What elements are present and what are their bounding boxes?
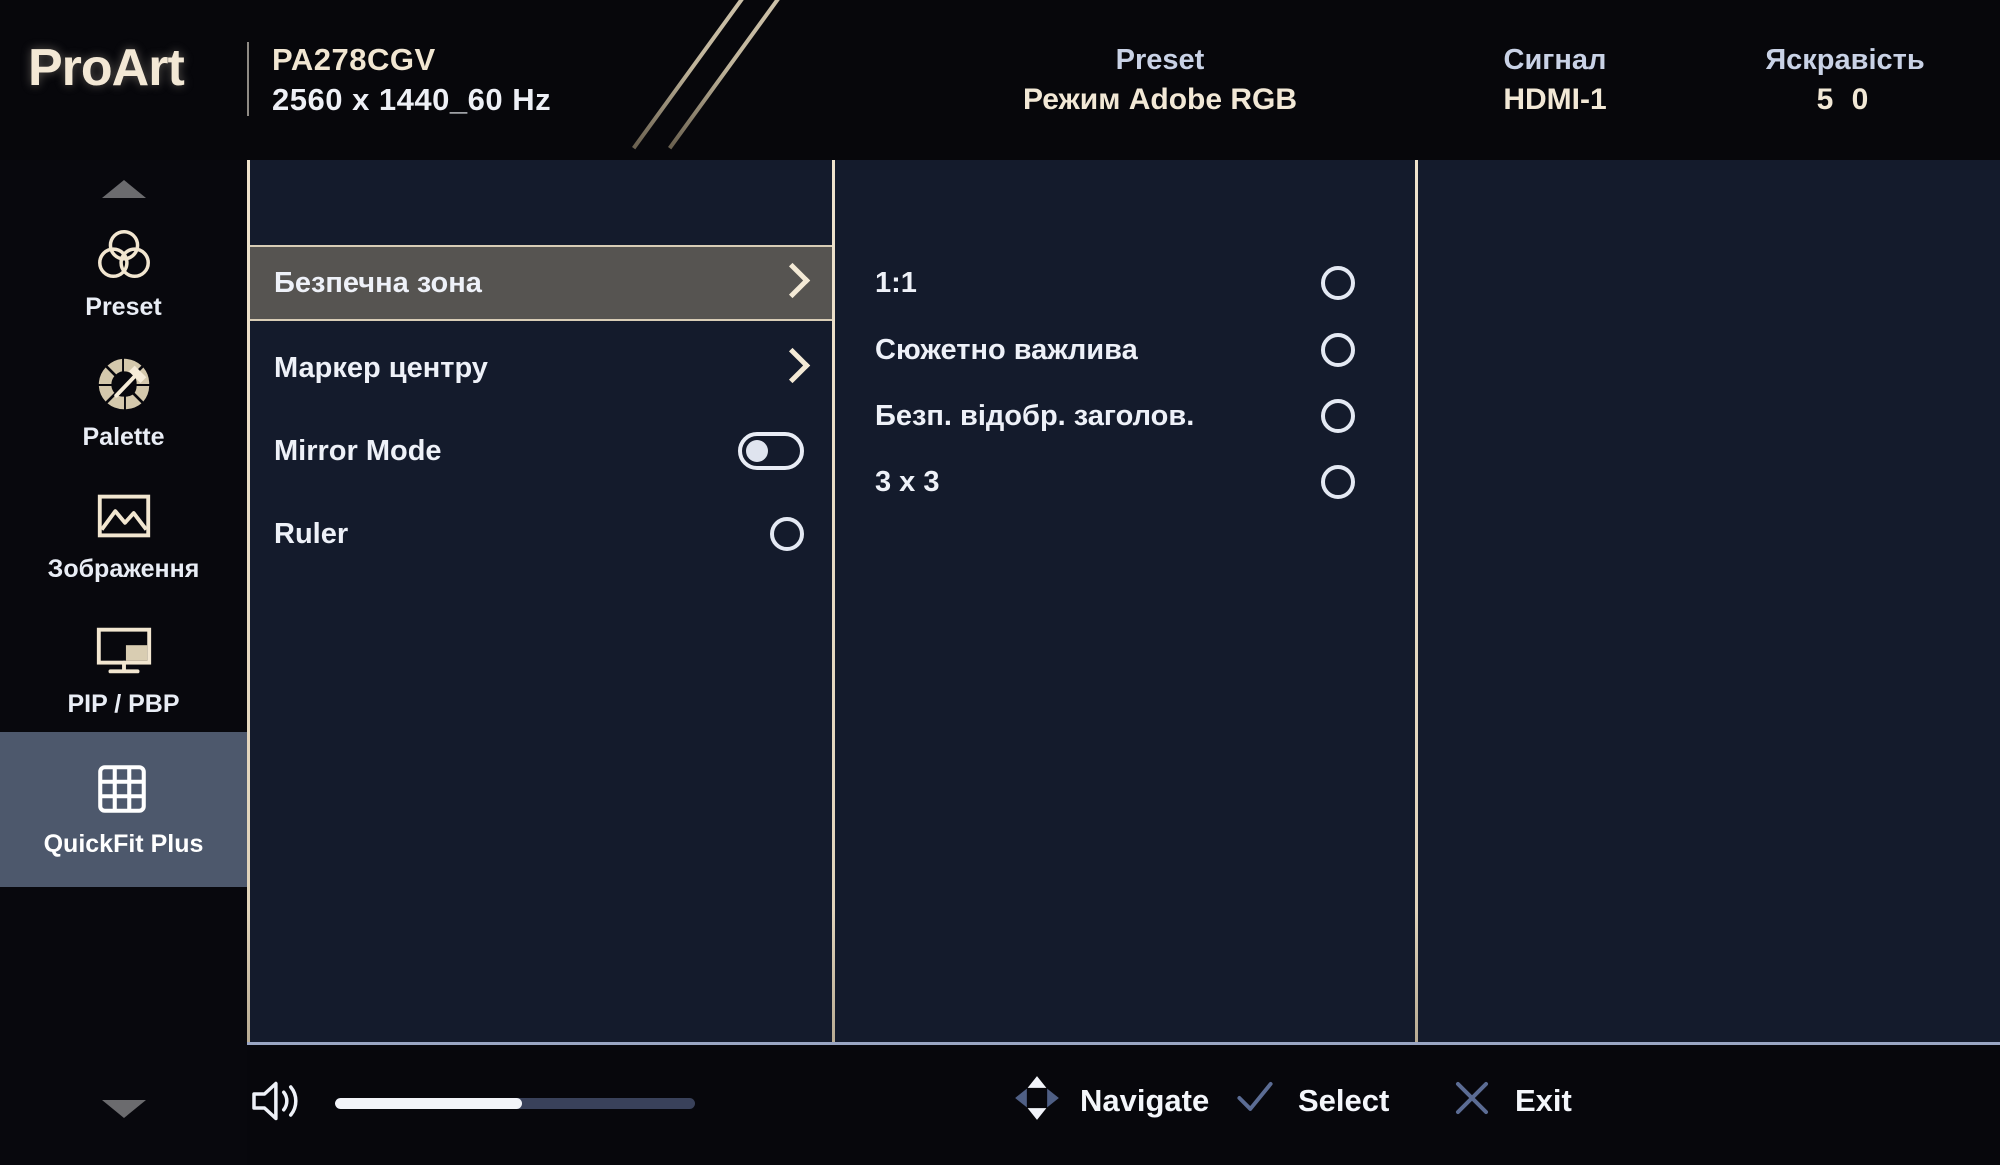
sidebar-item-label: Preset xyxy=(85,292,162,321)
hint-label: Exit xyxy=(1515,1082,1572,1118)
hint-select[interactable]: Select xyxy=(1230,1073,1389,1128)
sidebar-item-label: PIP / PBP xyxy=(67,690,180,718)
volume-slider-track[interactable] xyxy=(335,1098,695,1109)
monitor-pip-icon xyxy=(93,620,155,682)
menu-item-mirror-mode[interactable]: Mirror Mode xyxy=(250,413,832,489)
preset-label: Preset xyxy=(1115,44,1205,76)
sidebar-item-label: QuickFit Plus xyxy=(43,830,204,858)
model-resolution: 2560 x 1440_60 Hz xyxy=(272,81,552,117)
osd-footer: Navigate Select Exit xyxy=(247,1045,2000,1165)
header-signal-status: Сигнал HDMI-1 xyxy=(1390,42,1720,119)
model-info: PA278CGV 2560 x 1440_60 Hz xyxy=(272,40,551,119)
header-preset-status: Preset Режим Adobe RGB xyxy=(880,42,1440,119)
triangle-down-icon[interactable] xyxy=(101,1100,146,1118)
menu-column: Безпечна зона Маркер центру Mirror Mode … xyxy=(250,160,832,1042)
menu-item-label: Ruler xyxy=(274,517,349,550)
volume-control[interactable] xyxy=(247,1073,695,1134)
option-item-title-safe[interactable]: Безп. відобр. заголов. xyxy=(835,381,1415,451)
sidebar-item-label: Palette xyxy=(82,422,165,451)
header-brightness-status: Яскравість 5 0 xyxy=(1700,42,1990,119)
signal-label: Сигнал xyxy=(1503,44,1607,76)
sidebar-item-palette[interactable]: Palette xyxy=(0,332,247,472)
ruler-radio[interactable] xyxy=(770,517,804,551)
option-item-label: 3 x 3 xyxy=(875,465,940,498)
sidebar-item-label: Зображення xyxy=(47,555,200,583)
preset-value: Режим Adobe RGB xyxy=(1022,82,1298,116)
hint-label: Select xyxy=(1298,1082,1390,1118)
options-column: 1:1 Сюжетно важлива Безп. відобр. заголо… xyxy=(835,160,1415,1042)
menu-item-label: Безпечна зона xyxy=(274,266,482,299)
preview-column xyxy=(1418,160,2000,1042)
option-item-label: Безп. відобр. заголов. xyxy=(875,399,1195,432)
option-item-action-safe[interactable]: Сюжетно важлива xyxy=(835,315,1415,385)
proart-brand-logo: ProArt xyxy=(28,39,185,97)
speaker-volume-icon xyxy=(247,1073,303,1134)
hint-navigate[interactable]: Navigate xyxy=(1012,1073,1209,1128)
toggle-knob xyxy=(746,440,768,462)
header-decor-line-1 xyxy=(632,0,830,150)
brightness-label: Яскравість xyxy=(1765,44,1925,76)
chevron-right-icon xyxy=(778,347,804,389)
osd-header: ProArt PA278CGV 2560 x 1440_60 Hz Preset… xyxy=(0,0,2000,160)
option-radio[interactable] xyxy=(1321,333,1355,367)
model-name: PA278CGV xyxy=(272,42,436,77)
option-item-3x3[interactable]: 3 x 3 xyxy=(835,447,1415,517)
option-item-label: 1:1 xyxy=(875,266,917,299)
color-wheel-eyedropper-icon xyxy=(93,353,155,415)
picture-icon xyxy=(93,485,155,547)
venn-circles-icon xyxy=(93,223,155,285)
dpad-diamond-icon xyxy=(1012,1073,1062,1128)
close-x-icon xyxy=(1447,1073,1497,1128)
menu-item-safe-area[interactable]: Безпечна зона xyxy=(250,245,832,321)
menu-item-label: Mirror Mode xyxy=(274,434,442,467)
header-divider xyxy=(247,42,249,116)
option-radio[interactable] xyxy=(1321,266,1355,300)
option-item-1-1[interactable]: 1:1 xyxy=(835,248,1415,318)
osd-root: ProArt PA278CGV 2560 x 1440_60 Hz Preset… xyxy=(0,0,2000,1165)
signal-value: HDMI-1 xyxy=(1503,82,1607,116)
volume-slider-fill xyxy=(335,1098,523,1109)
menu-item-center-marker[interactable]: Маркер центру xyxy=(250,330,832,406)
checkmark-icon xyxy=(1230,1073,1280,1128)
chevron-right-icon xyxy=(778,262,804,304)
sidebar-item-quickfit-plus[interactable]: QuickFit Plus xyxy=(0,732,247,887)
option-radio[interactable] xyxy=(1321,399,1355,433)
option-radio[interactable] xyxy=(1321,465,1355,499)
option-item-label: Сюжетно важлива xyxy=(875,333,1138,366)
grid-3x3-icon xyxy=(93,760,155,822)
hint-label: Navigate xyxy=(1080,1082,1210,1118)
brightness-value: 5 0 xyxy=(1816,82,1874,116)
sidebar-item-preset[interactable]: Preset xyxy=(0,202,247,342)
header-decor-line-2 xyxy=(668,0,866,150)
hint-exit[interactable]: Exit xyxy=(1447,1073,1572,1128)
menu-item-label: Маркер центру xyxy=(274,351,488,384)
sidebar-item-image[interactable]: Зображення xyxy=(0,462,247,607)
osd-content: Безпечна зона Маркер центру Mirror Mode … xyxy=(247,160,2000,1165)
sidebar-item-pip-pbp[interactable]: PIP / PBP xyxy=(0,597,247,742)
osd-sidebar: Preset Palette Зображення PIP / PBP Quic… xyxy=(0,160,247,1165)
menu-item-ruler[interactable]: Ruler xyxy=(250,496,832,572)
triangle-up-icon[interactable] xyxy=(101,180,146,198)
mirror-mode-toggle[interactable] xyxy=(738,432,804,470)
